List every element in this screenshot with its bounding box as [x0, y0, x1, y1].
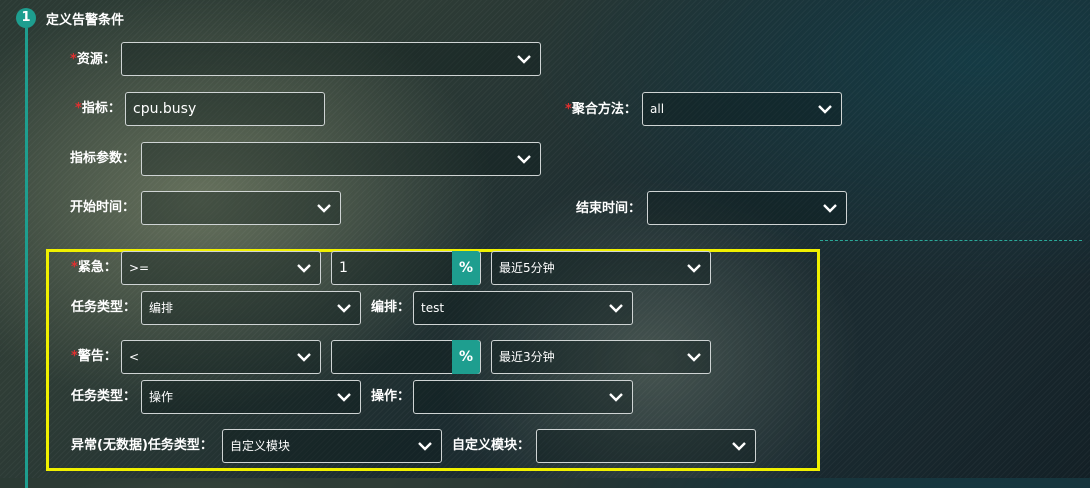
warning-task-type-value: 操作: [149, 390, 174, 404]
end-time-select[interactable]: [647, 191, 847, 225]
chevron-down-icon: [818, 105, 832, 114]
custom-module-select[interactable]: [536, 429, 756, 463]
urgent-label: *紧急：: [71, 260, 117, 275]
aggregation-value: all: [650, 102, 665, 116]
chevron-down-icon: [687, 353, 701, 362]
urgent-operator-value: >=: [129, 261, 150, 275]
section-title: 定义告警条件: [46, 13, 125, 28]
warning-task-label: 操作：: [371, 389, 411, 404]
warning-operator-select[interactable]: <: [121, 340, 321, 374]
percent-unit-badge: %: [452, 340, 480, 374]
chevron-down-icon: [609, 304, 623, 313]
urgent-task-type-select[interactable]: 编排: [141, 291, 361, 325]
warning-task-type-label: 任务类型：: [71, 389, 137, 404]
urgent-task-type-value: 编排: [149, 301, 174, 315]
urgent-operator-select[interactable]: >=: [121, 251, 321, 285]
chevron-down-icon: [609, 393, 623, 402]
nodata-task-type-label: 异常(无数据)任务类型：: [71, 438, 213, 453]
nodata-task-type-select[interactable]: 自定义模块: [222, 429, 442, 463]
metric-value: cpu.busy: [133, 101, 197, 117]
required-marker: *: [71, 260, 78, 275]
required-marker: *: [70, 52, 77, 67]
metric-input[interactable]: cpu.busy: [125, 92, 325, 126]
chevron-down-icon: [317, 204, 331, 213]
aggregation-label: *聚合方法：: [565, 102, 637, 117]
urgent-task-select[interactable]: test: [413, 291, 633, 325]
urgent-task-type-label: 任务类型：: [71, 300, 137, 315]
nodata-task-type-value: 自定义模块: [230, 439, 291, 453]
chevron-down-icon: [337, 393, 351, 402]
step-timeline-line: [25, 28, 28, 488]
urgent-task-value: test: [421, 301, 445, 315]
step-number-badge: 1: [16, 8, 36, 28]
warning-operator-value: <: [129, 350, 140, 364]
start-time-label: 开始时间：: [70, 200, 136, 215]
chevron-down-icon: [687, 264, 701, 273]
urgent-task-label: 编排：: [371, 300, 411, 315]
metric-params-select[interactable]: [141, 142, 541, 176]
warning-task-select[interactable]: [413, 380, 633, 414]
section-divider: [820, 240, 1082, 241]
chevron-down-icon: [418, 442, 432, 451]
resource-select[interactable]: [121, 42, 541, 76]
chevron-down-icon: [337, 304, 351, 313]
end-time-label: 结束时间：: [576, 201, 642, 216]
required-marker: *: [71, 349, 78, 364]
chevron-down-icon: [517, 155, 531, 164]
warning-window-select[interactable]: 最近3分钟: [491, 340, 711, 374]
warning-task-type-select[interactable]: 操作: [141, 380, 361, 414]
urgent-window-value: 最近5分钟: [499, 261, 555, 275]
start-time-select[interactable]: [141, 191, 341, 225]
chevron-down-icon: [297, 353, 311, 362]
aggregation-select[interactable]: all: [642, 92, 842, 126]
chevron-down-icon: [823, 204, 837, 213]
resource-label: *资源：: [70, 52, 116, 67]
metric-label: *指标：: [75, 101, 121, 116]
required-marker: *: [565, 102, 572, 117]
urgent-threshold-value: 1: [339, 260, 348, 276]
custom-module-label: 自定义模块：: [452, 438, 531, 453]
chevron-down-icon: [732, 442, 746, 451]
metric-params-label: 指标参数：: [70, 151, 136, 166]
warning-label: *警告：: [71, 349, 117, 364]
chevron-down-icon: [517, 55, 531, 64]
chevron-down-icon: [297, 264, 311, 273]
warning-window-value: 最近3分钟: [499, 350, 555, 364]
required-marker: *: [75, 101, 82, 116]
percent-unit-badge: %: [452, 251, 480, 285]
urgent-window-select[interactable]: 最近5分钟: [491, 251, 711, 285]
